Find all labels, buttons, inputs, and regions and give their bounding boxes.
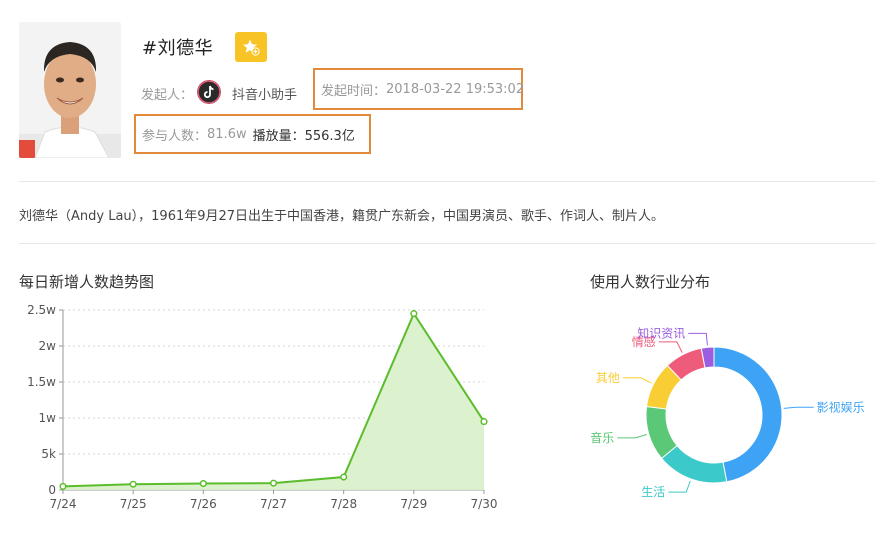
favorite-button[interactable] bbox=[235, 32, 267, 62]
x-tick-label: 7/25 bbox=[120, 497, 147, 511]
start-time-label: 发起时间： bbox=[321, 83, 387, 99]
y-tick-label: 1.5w bbox=[27, 375, 56, 389]
industry-chart-title: 使用人数行业分布 bbox=[590, 273, 711, 291]
star-plus-icon bbox=[243, 39, 260, 56]
industry-donut-chart[interactable]: 影视娱乐生活音乐其他情感知识资讯 bbox=[560, 300, 876, 500]
trend-chart-title: 每日新增人数趋势图 bbox=[19, 273, 155, 291]
initiator-label: 发起人： bbox=[141, 88, 194, 103]
donut-leader-line bbox=[617, 434, 647, 439]
start-time-highlight: 发起时间： 2018-03-22 19:53:02 bbox=[313, 68, 525, 110]
donut-label: 知识资讯 bbox=[637, 326, 685, 340]
x-tick-label: 7/27 bbox=[260, 497, 287, 511]
x-tick-label: 7/26 bbox=[190, 497, 217, 511]
donut-label: 生活 bbox=[641, 485, 665, 499]
trend-point bbox=[340, 473, 348, 481]
trend-point bbox=[269, 479, 278, 487]
donut-leader-line bbox=[688, 332, 708, 346]
x-tick-label: 7/29 bbox=[400, 497, 427, 511]
participants-value: 81.6w bbox=[207, 126, 247, 142]
trend-point bbox=[199, 479, 207, 488]
topic-description: 刘德华（Andy Lau），1961年9月27日出生于中国香港，籍贯广东新会，中… bbox=[19, 209, 665, 224]
initiator-name-link[interactable]: 抖音小助手 bbox=[232, 84, 297, 103]
donut-label: 音乐 bbox=[590, 430, 614, 445]
trend-point bbox=[410, 310, 418, 318]
trend-area bbox=[63, 313, 484, 490]
trend-point bbox=[480, 418, 488, 426]
plays-label: 播放量： bbox=[252, 128, 305, 144]
x-tick-label: 7/30 bbox=[471, 497, 498, 511]
donut-leader-line bbox=[668, 480, 691, 493]
start-time-value: 2018-03-22 19:53:02 bbox=[386, 81, 525, 97]
donut-label: 影视娱乐 bbox=[817, 399, 865, 414]
trend-chart[interactable]: 0 5k 1w 1.5w 2w 2.5w 7/24 7/25 7/26 7/27 7/28 7/29 7… bbox=[0, 295, 520, 525]
stats-highlight: 参与人数： 81.6w 播放量： 556.3亿 bbox=[134, 114, 371, 154]
y-tick-label: 0 bbox=[48, 483, 56, 497]
donut-slice bbox=[713, 346, 783, 483]
donut-leader-line bbox=[622, 377, 652, 384]
y-tick-label: 2.5w bbox=[27, 303, 56, 317]
trend-point bbox=[59, 482, 67, 490]
donut-slice bbox=[660, 444, 728, 484]
tiktok-logo-icon[interactable] bbox=[197, 80, 221, 104]
y-tick-label: 5k bbox=[41, 447, 56, 461]
donut-leader-line bbox=[658, 341, 683, 353]
divider-bottom bbox=[19, 243, 876, 244]
topic-title: #刘德华 bbox=[142, 38, 214, 59]
participants-label: 参与人数： bbox=[142, 128, 208, 144]
x-tick-label: 7/24 bbox=[50, 497, 77, 511]
donut-leader-line bbox=[783, 406, 814, 409]
y-tick-label: 2w bbox=[39, 339, 57, 353]
topic-avatar bbox=[19, 22, 121, 158]
plays-value: 556.3亿 bbox=[304, 128, 355, 144]
y-tick-label: 1w bbox=[39, 411, 57, 425]
divider-top bbox=[19, 181, 876, 182]
trend-point bbox=[129, 480, 137, 488]
donut-label: 其他 bbox=[596, 371, 620, 385]
x-tick-label: 7/28 bbox=[330, 497, 357, 511]
